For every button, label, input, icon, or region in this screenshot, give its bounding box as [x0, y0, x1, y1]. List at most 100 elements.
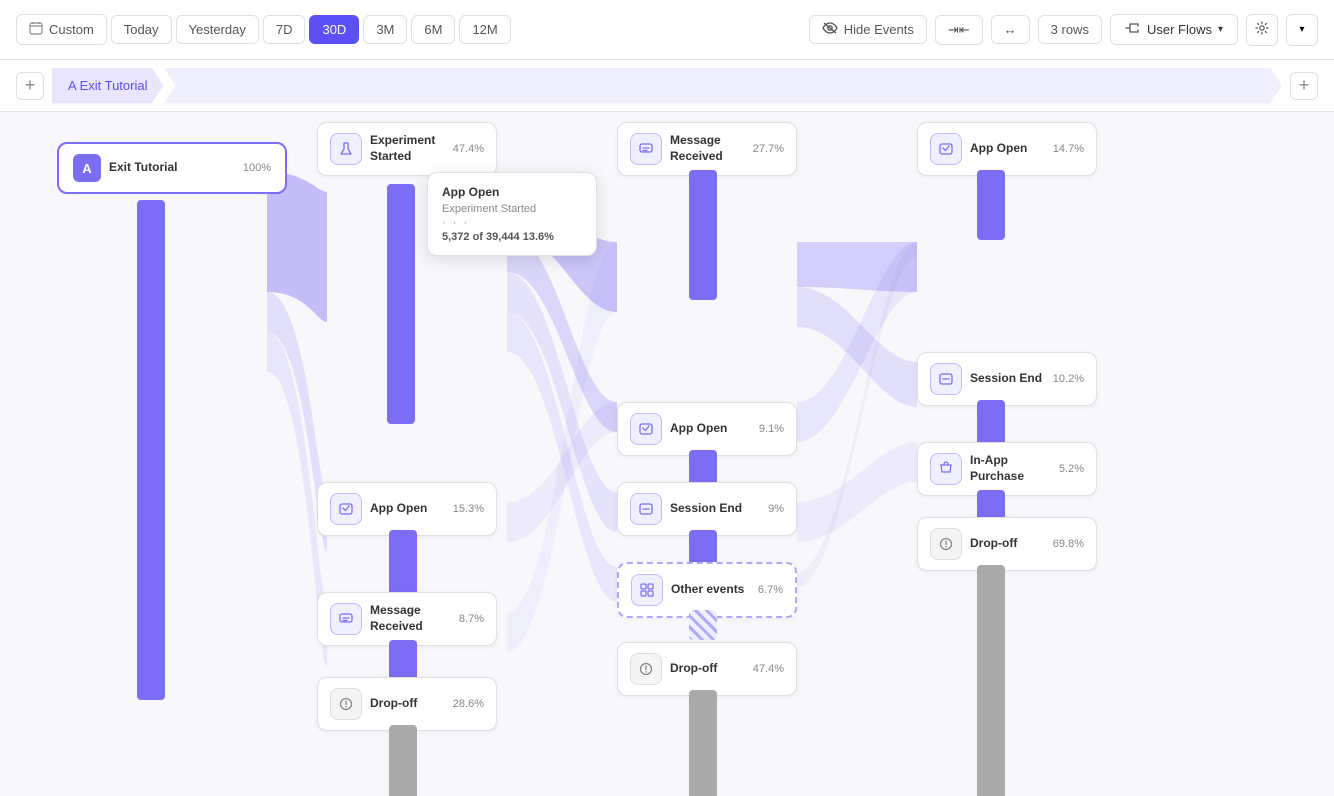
yesterday-button[interactable]: Yesterday — [176, 15, 259, 44]
expand-arrows-button[interactable]: ↔ — [991, 15, 1030, 44]
arrows-compress-icon: ⇥⇤ — [948, 22, 970, 38]
app-open-c4-pct: 14.7% — [1053, 143, 1084, 155]
calendar-icon — [29, 21, 43, 38]
node-icon-appopen-c4 — [930, 133, 962, 165]
other-events-c3-bar — [689, 610, 717, 640]
app-open-c2-bar — [389, 530, 417, 600]
app-open-c3-label: App Open — [670, 421, 751, 437]
experiment-started-label: Experiment Started — [370, 133, 445, 164]
12m-button[interactable]: 12M — [459, 15, 510, 44]
exit-tutorial-pct: 100% — [243, 162, 271, 174]
toolbar-right: Hide Events ⇥⇤ ↔ 3 rows User Flows ▾ ▾ — [809, 14, 1318, 46]
compress-arrows-button[interactable]: ⇥⇤ — [935, 15, 983, 45]
app-open-c4-label: App Open — [970, 141, 1045, 157]
col2: Experiment Started 47.4% App Open Experi… — [317, 122, 497, 424]
chevron-down-icon: ▾ — [1299, 24, 1304, 35]
session-end-c4-pct: 10.2% — [1053, 373, 1084, 385]
app-open-c2-node[interactable]: App Open 15.3% — [317, 482, 497, 536]
tooltip-subtitle: Experiment Started — [442, 203, 582, 215]
node-icon-experiment — [330, 133, 362, 165]
path-step-label: A Exit Tutorial — [68, 78, 147, 93]
user-flows-label: User Flows — [1147, 22, 1212, 37]
session-end-c3-label: Session End — [670, 501, 760, 517]
toolbar: Custom Today Yesterday 7D 30D 3M 6M 12M … — [0, 0, 1334, 60]
flow-canvas: A Exit Tutorial 100% Experiment Started … — [0, 112, 1334, 796]
path-add-end-button[interactable]: + — [1290, 72, 1318, 100]
path-track — [163, 68, 1282, 104]
exit-tutorial-label: Exit Tutorial — [109, 160, 235, 176]
hide-events-label: Hide Events — [844, 22, 914, 37]
flow-container: A Exit Tutorial 100% Experiment Started … — [17, 112, 1317, 792]
inapp-purchase-pct: 5.2% — [1059, 463, 1084, 475]
user-flows-button[interactable]: User Flows ▾ — [1110, 14, 1238, 45]
dropoff-c3-pct: 47.4% — [753, 663, 784, 675]
message-c3-bar — [689, 170, 717, 300]
experiment-started-bar — [387, 184, 415, 424]
app-open-c3-pct: 9.1% — [759, 423, 784, 435]
other-events-c3-pct: 6.7% — [758, 584, 783, 596]
tooltip-value: 5,372 of 39,444 13.6% — [442, 231, 582, 243]
dropoff-c4-pct: 69.8% — [1053, 538, 1084, 550]
rows-button[interactable]: 3 rows — [1038, 15, 1102, 44]
experiment-started-node[interactable]: Experiment Started 47.4% — [317, 122, 497, 176]
app-open-c4-bar — [977, 170, 1005, 240]
app-open-c3-node[interactable]: App Open 9.1% — [617, 402, 797, 456]
other-events-c3-label: Other events — [671, 582, 750, 598]
dropoff-c2-pct: 28.6% — [453, 698, 484, 710]
node-icon-appopen-c2 — [330, 493, 362, 525]
dropoff-c4-label: Drop-off — [970, 536, 1045, 552]
dropoff-c3-bar — [689, 690, 717, 796]
message-received-c2-pct: 8.7% — [459, 613, 484, 625]
settings-button[interactable] — [1246, 14, 1278, 46]
dropoff-c3-node[interactable]: Drop-off 47.4% — [617, 642, 797, 696]
7d-button[interactable]: 7D — [263, 15, 306, 44]
node-icon-inapp-c4 — [930, 453, 962, 485]
inapp-purchase-c4-node[interactable]: In-App Purchase 5.2% — [917, 442, 1097, 496]
message-received-c2-label: Message Received — [370, 603, 451, 634]
time-filter-group: Custom Today Yesterday 7D 30D 3M 6M 12M — [16, 14, 511, 45]
node-icon-msg-c3 — [630, 133, 662, 165]
session-end-c3-pct: 9% — [768, 503, 784, 515]
dropoff-c4-node[interactable]: Drop-off 69.8% — [917, 517, 1097, 571]
3m-button[interactable]: 3M — [363, 15, 407, 44]
custom-date-button[interactable]: Custom — [16, 14, 107, 45]
app-open-c2-label: App Open — [370, 501, 445, 517]
message-received-c3-node[interactable]: Message Received 27.7% — [617, 122, 797, 176]
message-received-c2-node[interactable]: Message Received 8.7% — [317, 592, 497, 646]
node-icon-dropoff-c2 — [330, 688, 362, 720]
chevron-down-icon: ▾ — [1218, 24, 1223, 35]
dropoff-c4-bar — [977, 565, 1005, 796]
exit-tutorial-node[interactable]: A Exit Tutorial 100% — [57, 142, 287, 194]
session-end-c3-node[interactable]: Session End 9% — [617, 482, 797, 536]
hide-events-button[interactable]: Hide Events — [809, 15, 927, 44]
dropoff-c2-node[interactable]: Drop-off 28.6% — [317, 677, 497, 731]
today-button[interactable]: Today — [111, 15, 172, 44]
custom-label: Custom — [49, 22, 94, 37]
tooltip-title: App Open — [442, 185, 582, 199]
eye-slash-icon — [822, 22, 838, 37]
arrows-expand-icon: ↔ — [1004, 22, 1017, 37]
node-icon-appopen-c3 — [630, 413, 662, 445]
tooltip-dots: · · · — [442, 217, 582, 229]
path-step-exit-tutorial[interactable]: A Exit Tutorial — [52, 68, 163, 104]
6m-button[interactable]: 6M — [411, 15, 455, 44]
tooltip-popup: App Open Experiment Started · · · 5,372 … — [427, 172, 597, 256]
30d-button[interactable]: 30D — [309, 15, 359, 44]
exit-tutorial-bar — [137, 200, 165, 700]
app-open-c2-pct: 15.3% — [453, 503, 484, 515]
node-icon-msg-c2 — [330, 603, 362, 635]
inapp-bar — [977, 490, 1005, 520]
node-icon-dropoff-c4 — [930, 528, 962, 560]
dropoff-c2-label: Drop-off — [370, 696, 445, 712]
app-open-c4-node[interactable]: App Open 14.7% — [917, 122, 1097, 176]
path-add-start-button[interactable]: + — [16, 72, 44, 100]
session-end-c4-node[interactable]: Session End 10.2% — [917, 352, 1097, 406]
user-flows-icon — [1125, 21, 1141, 38]
message-received-c3-pct: 27.7% — [753, 143, 784, 155]
node-letter-a: A — [73, 154, 101, 182]
node-icon-session-c3 — [630, 493, 662, 525]
path-steps: A Exit Tutorial — [52, 68, 1282, 104]
node-icon-dropoff-c3 — [630, 653, 662, 685]
more-options-button[interactable]: ▾ — [1286, 14, 1318, 46]
node-icon-session-c4 — [930, 363, 962, 395]
